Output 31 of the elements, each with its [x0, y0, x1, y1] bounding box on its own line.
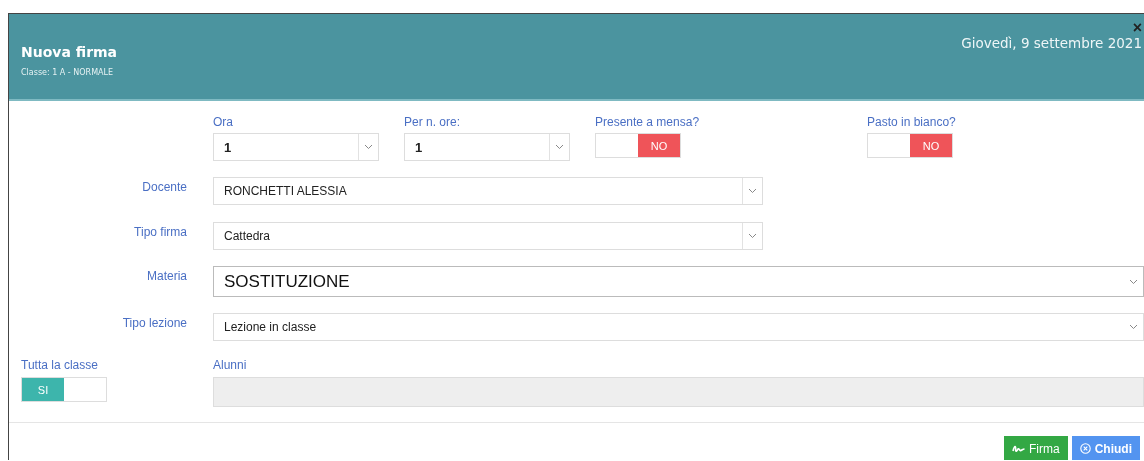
toggle-label: NO — [910, 134, 952, 157]
select-field[interactable]: 1 — [213, 133, 379, 161]
select-field[interactable]: Lezione in classe — [213, 313, 1144, 341]
field-label: Tutta la classe — [21, 358, 99, 372]
field-label: Presente a mensa? — [595, 115, 701, 129]
date-label: Giovedì, 9 settembre 2021 — [961, 35, 1142, 51]
close-circle-icon — [1079, 443, 1091, 454]
select-field[interactable]: Cattedra — [213, 222, 763, 250]
close-button[interactable]: × — [1132, 14, 1142, 35]
field-label: Alunni — [213, 358, 248, 372]
chevron-icon — [748, 188, 757, 194]
field-label: Tipo lezione — [121, 315, 187, 330]
toggle-label: SI — [22, 378, 64, 401]
chevron-icon — [1129, 324, 1138, 330]
chevron-icon — [364, 144, 373, 150]
field-label: Tipo firma — [133, 224, 187, 239]
field-label: Materia — [146, 268, 187, 283]
select-field[interactable]: SOSTITUZIONE — [213, 266, 1144, 297]
field-label: Docente — [141, 179, 187, 194]
select-field[interactable]: 1 — [404, 133, 570, 161]
chevron-icon — [555, 144, 564, 150]
chevron-icon — [1129, 278, 1138, 285]
field-label: Pasto in bianco? — [867, 115, 957, 129]
signature-icon — [1012, 444, 1025, 453]
class-subtitle: Classe: 1 A - NORMALE — [21, 68, 114, 77]
chevron-icon — [748, 233, 757, 239]
toggle-label: NO — [638, 134, 680, 157]
select-field[interactable]: RONCHETTI ALESSIA — [213, 177, 763, 205]
field-label: Per n. ore: — [404, 115, 462, 129]
field-label: Ora — [213, 115, 234, 129]
modal-title: Nuova firma — [21, 44, 118, 60]
